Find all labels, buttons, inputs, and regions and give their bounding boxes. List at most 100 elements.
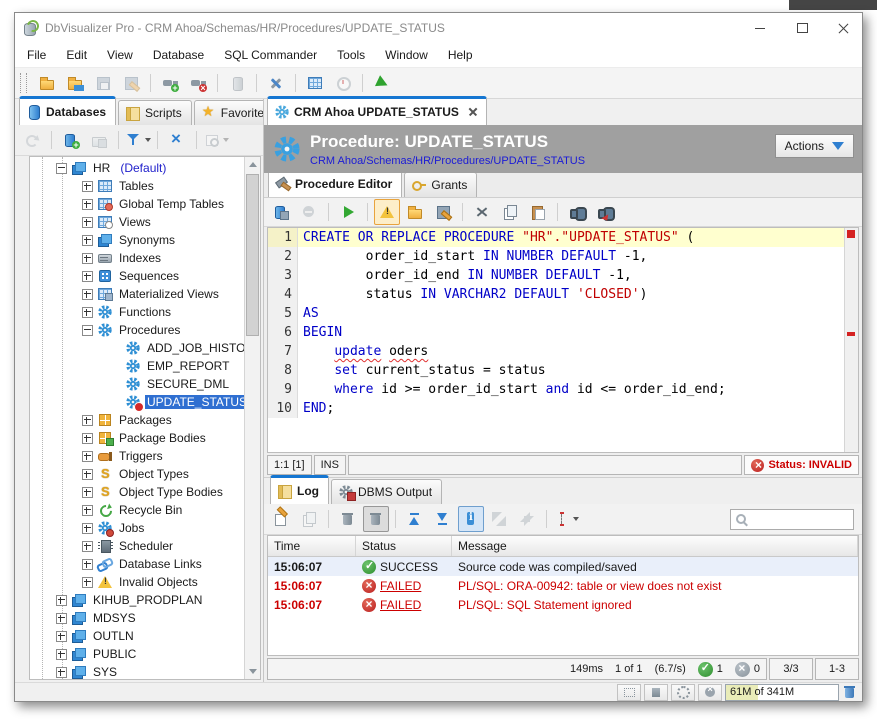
tree-item-emp-report[interactable]: EMP_REPORT <box>30 357 244 375</box>
background-tasks-button[interactable] <box>671 684 695 701</box>
minimize-button[interactable] <box>742 13 778 43</box>
scroll-top-button[interactable] <box>402 506 428 532</box>
actions-button[interactable]: Actions <box>775 134 854 158</box>
tree-scrollbar[interactable] <box>244 157 260 679</box>
scroll-down-icon[interactable] <box>245 664 260 679</box>
tree-item-update-status[interactable]: UPDATE_STATUS <box>30 393 244 411</box>
scrollbar-thumb[interactable] <box>246 174 259 336</box>
expand-node-icon[interactable] <box>82 433 93 444</box>
tree-item-object-type-bodies[interactable]: Object Type Bodies <box>30 483 244 501</box>
memory-usage-gauge[interactable]: 61M of 341M <box>725 684 839 701</box>
menu-file[interactable]: File <box>27 48 46 62</box>
tree-item-database-links[interactable]: Database Links <box>30 555 244 573</box>
open-folder-button[interactable] <box>402 199 428 225</box>
menu-window[interactable]: Window <box>385 48 428 62</box>
tab-grants[interactable]: Grants <box>404 172 477 197</box>
tree-item-triggers[interactable]: Triggers <box>30 447 244 465</box>
menu-database[interactable]: Database <box>153 48 204 62</box>
tools-button[interactable] <box>263 70 289 96</box>
filter-button[interactable] <box>125 127 151 153</box>
auto-scroll-button[interactable] <box>458 506 484 532</box>
compile-warning-button[interactable] <box>374 199 400 225</box>
add-folder-button[interactable] <box>86 127 112 153</box>
code-editor[interactable]: 1CREATE OR REPLACE PROCEDURE "HR"."UPDAT… <box>267 227 859 453</box>
log-row[interactable]: 15:06:07FAILEDPL/SQL: ORA-00942: table o… <box>268 576 858 595</box>
run-cursor-button[interactable] <box>369 70 395 96</box>
toolbar-grip[interactable] <box>20 73 27 93</box>
tree-item-hr[interactable]: HR(Default) <box>30 159 244 177</box>
tree-item-procedures[interactable]: Procedures <box>30 321 244 339</box>
expand-node-icon[interactable] <box>56 649 67 660</box>
open-folder-button[interactable] <box>34 70 60 96</box>
log-row[interactable]: 15:06:07FAILEDPL/SQL: SQL Statement igno… <box>268 595 858 614</box>
menu-edit[interactable]: Edit <box>66 48 87 62</box>
save-button[interactable] <box>90 70 116 96</box>
search-tree-button[interactable] <box>203 127 229 153</box>
database-server-button[interactable] <box>224 70 250 96</box>
expand-node-icon[interactable] <box>82 523 93 534</box>
tree-item-kihub-prodplan[interactable]: KIHUB_PRODPLAN <box>30 591 244 609</box>
expand-node-icon[interactable] <box>82 505 93 516</box>
expand-rows-button[interactable] <box>486 506 512 532</box>
tree-item-secure-dml[interactable]: SECURE_DML <box>30 375 244 393</box>
tree-item-synonyms[interactable]: Synonyms <box>30 231 244 249</box>
run-button[interactable] <box>335 199 361 225</box>
expand-node-icon[interactable] <box>82 451 93 462</box>
menu-help[interactable]: Help <box>448 48 473 62</box>
tree-item-packages[interactable]: Packages <box>30 411 244 429</box>
tree-item-functions[interactable]: Functions <box>30 303 244 321</box>
tree-item-materialized-views[interactable]: Materialized Views <box>30 285 244 303</box>
expand-node-icon[interactable] <box>56 631 67 642</box>
tree-item-invalid-objects[interactable]: Invalid Objects <box>30 573 244 591</box>
tree-item-package-bodies[interactable]: Package Bodies <box>30 429 244 447</box>
copy-button[interactable] <box>296 506 322 532</box>
expand-node-icon[interactable] <box>82 235 93 246</box>
dock-layout-button[interactable] <box>617 684 641 701</box>
connect-button[interactable] <box>157 70 183 96</box>
tab-close-icon[interactable] <box>468 107 477 116</box>
scroll-up-icon[interactable] <box>245 157 260 172</box>
expand-node-icon[interactable] <box>82 487 93 498</box>
expand-node-icon[interactable] <box>82 307 93 318</box>
garbage-collect-button[interactable] <box>842 684 858 700</box>
tree-item-mdsys[interactable]: MDSYS <box>30 609 244 627</box>
menu-tools[interactable]: Tools <box>337 48 365 62</box>
error-stripe-status-icon[interactable] <box>847 230 855 238</box>
log-column-message[interactable]: Message <box>452 536 858 556</box>
cut-button[interactable] <box>469 199 495 225</box>
scroll-bottom-button[interactable] <box>430 506 456 532</box>
stop-button[interactable] <box>296 199 322 225</box>
add-connection-button[interactable] <box>58 127 84 153</box>
delete-button[interactable] <box>335 506 361 532</box>
collapse-tree-button[interactable] <box>164 127 190 153</box>
object-tab-crm-ahoa-update-status[interactable]: CRM Ahoa UPDATE_STATUS <box>267 96 487 125</box>
copy-button[interactable] <box>497 199 523 225</box>
edit-mode[interactable]: INS <box>314 455 346 475</box>
tree-item-scheduler[interactable]: Scheduler <box>30 537 244 555</box>
collapse-node-icon[interactable] <box>56 163 67 174</box>
open-folder-gear-button[interactable] <box>62 70 88 96</box>
tree-item-global-temp-tables[interactable]: Global Temp Tables <box>30 195 244 213</box>
errors-indicator-button[interactable] <box>698 684 722 701</box>
expand-node-icon[interactable] <box>82 199 93 210</box>
tree-item-object-types[interactable]: Object Types <box>30 465 244 483</box>
error-stripe[interactable] <box>844 228 858 452</box>
collapse-node-icon[interactable] <box>82 325 93 336</box>
clock-button[interactable] <box>330 70 356 96</box>
tree-item-indexes[interactable]: Indexes <box>30 249 244 267</box>
expand-node-icon[interactable] <box>82 217 93 228</box>
tab-dbms-output[interactable]: DBMS Output <box>331 479 442 504</box>
grid-view-button[interactable] <box>302 70 328 96</box>
expand-node-icon[interactable] <box>82 541 93 552</box>
expand-node-icon[interactable] <box>82 253 93 264</box>
tree-item-tables[interactable]: Tables <box>30 177 244 195</box>
tab-log[interactable]: Log <box>270 475 329 504</box>
expand-node-icon[interactable] <box>56 613 67 624</box>
expand-node-icon[interactable] <box>82 289 93 300</box>
save-as-button[interactable] <box>430 199 456 225</box>
connections-status-button[interactable] <box>644 684 668 701</box>
tree-item-add-job-history[interactable]: ADD_JOB_HISTORY <box>30 339 244 357</box>
error-stripe-marker-icon[interactable] <box>847 332 855 336</box>
tree-item-jobs[interactable]: Jobs <box>30 519 244 537</box>
find-replace-button[interactable] <box>592 199 618 225</box>
